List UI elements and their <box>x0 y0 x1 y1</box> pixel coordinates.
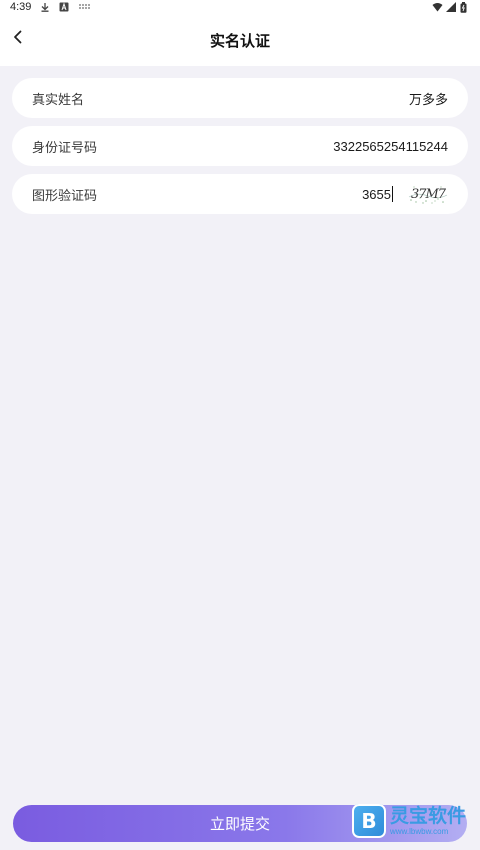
status-time: 4:39 <box>10 1 32 13</box>
real-name-field[interactable]: 万多多 <box>409 89 448 108</box>
wifi-icon <box>432 2 443 12</box>
app-header: 实名认证 <box>0 14 480 66</box>
back-button[interactable] <box>6 27 30 51</box>
id-number-label: 身份证号码 <box>32 139 98 155</box>
status-left: 4:39 <box>10 1 91 13</box>
watermark-url: www.lbwbw.com <box>390 826 449 836</box>
verification-form: 真实姓名 万多多 身份证号码 3322565254115244 图形验证码 36… <box>12 78 468 222</box>
watermark-text: 灵宝软件 www.lbwbw.com <box>390 804 467 836</box>
chevron-left-icon <box>12 30 24 49</box>
id-number-row[interactable]: 身份证号码 3322565254115244 <box>12 126 468 166</box>
id-number-field[interactable]: 3322565254115244 <box>333 139 448 154</box>
captcha-input-group: 3655 37M7 <box>362 183 448 205</box>
status-right <box>432 2 470 13</box>
captcha-image[interactable]: 37M7 <box>408 183 448 205</box>
watermark: B 灵宝软件 www.lbwbw.com <box>352 803 474 839</box>
real-name-label: 真实姓名 <box>32 91 85 107</box>
captcha-label: 图形验证码 <box>32 187 98 203</box>
download-icon <box>40 2 50 12</box>
battery-icon <box>460 2 470 13</box>
watermark-name: 灵宝软件 <box>390 804 467 827</box>
page-title: 实名认证 <box>209 32 270 50</box>
signal-dots-icon <box>78 2 91 12</box>
status-bar: 4:39 <box>0 0 480 14</box>
captcha-field[interactable]: 3655 <box>362 187 391 202</box>
watermark-logo-icon: B <box>352 804 386 838</box>
captcha-row[interactable]: 图形验证码 3655 37M7 <box>12 174 468 214</box>
a-badge-icon <box>59 2 69 12</box>
real-name-row[interactable]: 真实姓名 万多多 <box>12 78 468 118</box>
cell-signal-icon <box>446 2 456 12</box>
captcha-image-text: 37M7 <box>410 186 446 202</box>
text-cursor <box>392 186 393 202</box>
